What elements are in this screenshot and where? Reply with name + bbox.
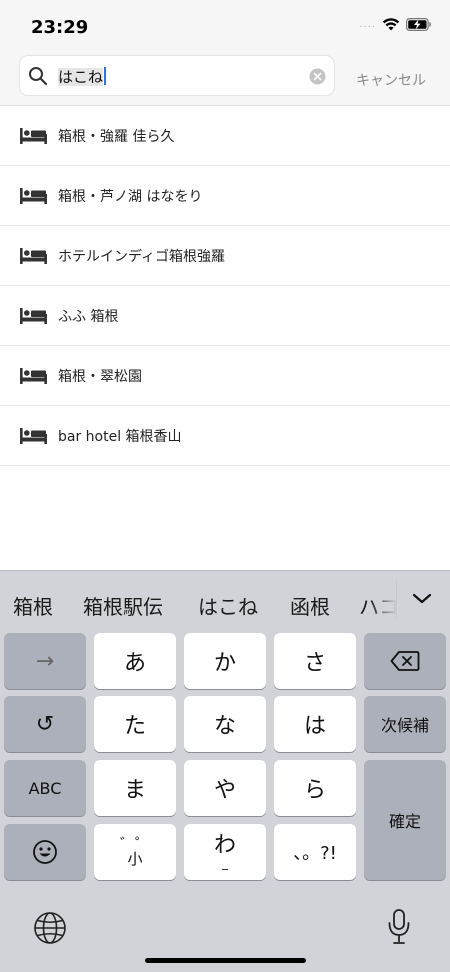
candidate-word[interactable]: 箱根 <box>13 591 53 620</box>
chevron-down-icon[interactable] <box>411 589 433 609</box>
status-indicators: .... <box>359 18 432 31</box>
candidate-fade <box>370 571 397 629</box>
emoji-icon <box>33 840 57 864</box>
wifi-icon <box>382 18 400 31</box>
list-item-label: 箱根・強羅 佳ら久 <box>58 128 175 145</box>
key-na[interactable]: な <box>184 696 266 752</box>
bed-icon <box>20 307 47 324</box>
key-sa[interactable]: さ <box>274 633 356 689</box>
abc-key[interactable]: ABC <box>4 760 86 816</box>
dakuten-key[interactable]: ゛゜ 小 <box>94 824 176 880</box>
list-item[interactable]: ふふ 箱根 <box>0 286 450 346</box>
globe-icon[interactable] <box>33 911 67 945</box>
key-a[interactable]: あ <box>94 633 176 689</box>
bed-icon <box>20 367 47 384</box>
key-ka[interactable]: か <box>184 633 266 689</box>
bed-icon <box>20 127 47 144</box>
key-ta[interactable]: た <box>94 696 176 752</box>
candidate-word[interactable]: 函根 <box>290 591 330 620</box>
text-caret <box>104 67 107 85</box>
status-time: 23:29 <box>31 17 89 38</box>
key-ya[interactable]: や <box>184 760 266 816</box>
key-ra[interactable]: ら <box>274 760 356 816</box>
bed-icon <box>20 187 47 204</box>
bed-icon <box>20 247 47 264</box>
search-header: はこね キャンセル <box>0 50 450 106</box>
backspace-icon <box>390 651 420 671</box>
list-item[interactable]: bar hotel 箱根香山 <box>0 406 450 466</box>
punctuation-key[interactable]: 、。?! <box>274 824 356 880</box>
list-item-label: 箱根・芦ノ湖 はなをり <box>58 188 203 205</box>
microphone-icon[interactable] <box>387 908 411 946</box>
cellular-signal: .... <box>359 19 376 30</box>
search-input[interactable]: はこね <box>19 55 335 96</box>
key-ma[interactable]: ま <box>94 760 176 816</box>
list-item-label: ふふ 箱根 <box>58 308 119 325</box>
dakuten-key-sublabel: 小 <box>127 850 143 868</box>
key-wa[interactable]: わ _ <box>184 824 266 880</box>
emoji-key[interactable] <box>4 824 86 880</box>
search-query-marked-text: はこね <box>58 68 104 86</box>
next-candidate-key[interactable]: 次候補 <box>364 696 446 752</box>
candidate-word[interactable]: はこね <box>198 591 258 620</box>
arrow-key[interactable]: → <box>4 633 86 689</box>
result-list: 箱根・強羅 佳ら久 箱根・芦ノ湖 はなをり ホテルインディゴ箱根強羅 ふふ 箱根… <box>0 106 450 466</box>
candidate-divider <box>396 579 397 619</box>
list-item[interactable]: 箱根・芦ノ湖 はなをり <box>0 166 450 226</box>
battery-charging-icon <box>406 18 431 31</box>
search-query: はこね <box>58 66 107 87</box>
home-indicator[interactable] <box>145 958 306 963</box>
candidate-word[interactable]: 箱根駅伝 <box>83 591 163 620</box>
japanese-kana-keyboard: 箱根 箱根駅伝 はこね 函根 ハコ → あ か さ ↺ た な は 次候補 AB… <box>0 570 450 972</box>
list-item-label: ホテルインディゴ箱根強羅 <box>58 248 226 265</box>
list-item[interactable]: 箱根・強羅 佳ら久 <box>0 106 450 166</box>
status-bar: 23:29 .... <box>0 0 450 50</box>
undo-key[interactable]: ↺ <box>4 696 86 752</box>
list-item[interactable]: 箱根・翠松園 <box>0 346 450 406</box>
list-item[interactable]: ホテルインディゴ箱根強羅 <box>0 226 450 286</box>
key-ha[interactable]: は <box>274 696 356 752</box>
search-icon <box>29 67 48 86</box>
backspace-key[interactable] <box>364 633 446 689</box>
clear-icon[interactable] <box>309 68 326 85</box>
key-wa-label: わ <box>213 833 236 858</box>
list-item-label: 箱根・翠松園 <box>58 368 142 385</box>
candidate-bar: 箱根 箱根駅伝 はこね 函根 ハコ <box>0 571 450 629</box>
confirm-key[interactable]: 確定 <box>364 760 446 880</box>
key-wa-sublabel: _ <box>222 856 228 870</box>
list-item-label: bar hotel 箱根香山 <box>58 428 182 445</box>
cancel-button[interactable]: キャンセル <box>356 70 426 90</box>
bed-icon <box>20 427 47 444</box>
